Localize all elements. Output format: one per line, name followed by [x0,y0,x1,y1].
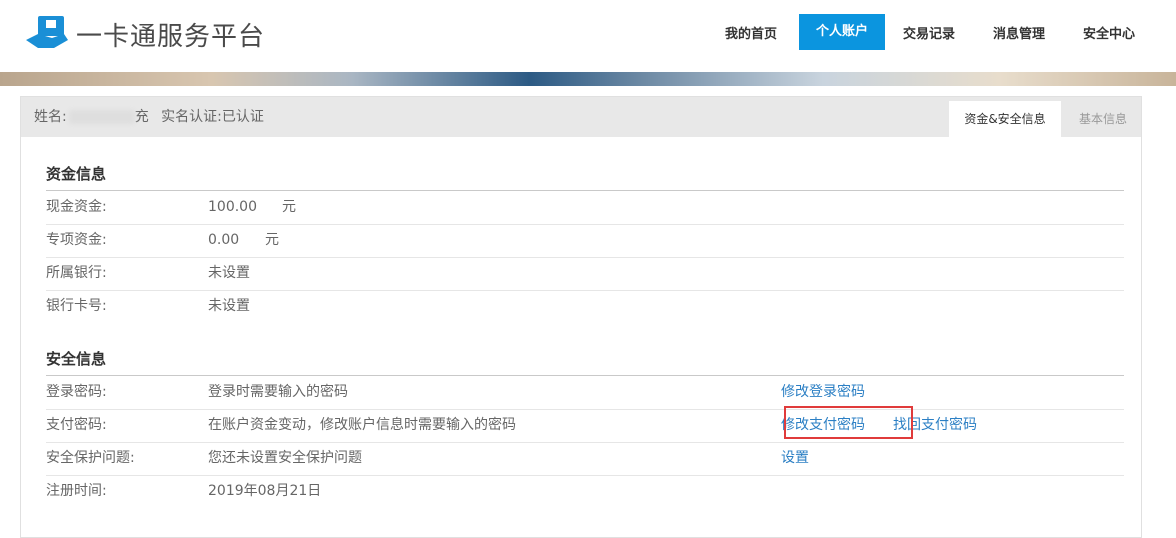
security-row-question: 安全保护问题: 您还未设置安全保护问题 设置 [46,442,1124,476]
verify-status: 实名认证:已认证 [161,109,264,125]
row-value: 100.00 [208,199,257,215]
row-label: 安全保护问题: [46,450,135,466]
tab-basic-info[interactable]: 基本信息 [1065,101,1141,137]
security-row-login-password: 登录密码: 登录时需要输入的密码 修改登录密码 [46,376,1124,410]
funds-row-special: 专项资金: 0.00 元 [46,224,1124,258]
funds-row-bank: 所属银行: 未设置 [46,257,1124,291]
row-label: 专项资金: [46,232,107,248]
row-unit: 元 [282,199,296,215]
change-login-password-link[interactable]: 修改登录密码 [781,376,865,409]
row-label: 现金资金: [46,199,107,215]
name-label: 姓名: [34,109,67,125]
funds-row-card: 银行卡号: 未设置 [46,290,1124,323]
nav-personal-account[interactable]: 个人账户 [799,14,885,50]
row-label: 支付密码: [46,417,107,433]
change-pay-password-link[interactable]: 修改支付密码 [781,409,865,442]
set-security-question-link[interactable]: 设置 [781,442,809,475]
nav-home[interactable]: 我的首页 [725,14,777,50]
nav-messages[interactable]: 消息管理 [993,14,1045,50]
row-value: 登录时需要输入的密码 [208,384,348,400]
row-value: 2019年08月21日 [208,483,322,499]
recover-pay-password-link[interactable]: 找回支付密码 [893,409,977,442]
security-section-title: 安全信息 [46,350,107,368]
funds-section-title: 资金信息 [46,165,107,183]
row-value: 您还未设置安全保护问题 [208,450,362,466]
row-label: 登录密码: [46,384,107,400]
row-unit: 元 [265,232,279,248]
tab-funds-security[interactable]: 资金&安全信息 [949,101,1061,137]
row-value: 在账户资金变动，修改账户信息时需要输入的密码 [208,417,516,433]
row-value: 未设置 [208,265,250,281]
user-name-row: 姓名: 充 实名认证:已认证 [34,97,264,137]
nav-transactions[interactable]: 交易记录 [903,14,955,50]
row-label: 银行卡号: [46,298,107,314]
row-value: 0.00 [208,232,240,248]
top-header: 一卡通服务平台 我的首页 个人账户 交易记录 消息管理 安全中心 [0,0,1176,72]
row-value: 未设置 [208,298,250,314]
funds-row-cash: 现金资金: 100.00 元 [46,191,1124,225]
security-row-pay-password: 支付密码: 在账户资金变动，修改账户信息时需要输入的密码 修改支付密码 找回支付… [46,406,1124,443]
row-label: 所属银行: [46,265,107,281]
nav-security-center[interactable]: 安全中心 [1083,14,1135,50]
name-redacted [68,110,135,124]
banner-strip [0,72,1176,86]
main-nav: 我的首页 个人账户 交易记录 消息管理 安全中心 [0,14,1176,50]
security-row-register-date: 注册时间: 2019年08月21日 [46,475,1124,508]
row-label: 注册时间: [46,483,107,499]
name-suffix: 充 [134,109,149,125]
account-card: 姓名: 充 实名认证:已认证 资金&安全信息 基本信息 资金信息 现金资金: 10… [20,96,1142,538]
card-header: 姓名: 充 实名认证:已认证 资金&安全信息 基本信息 [21,97,1141,137]
